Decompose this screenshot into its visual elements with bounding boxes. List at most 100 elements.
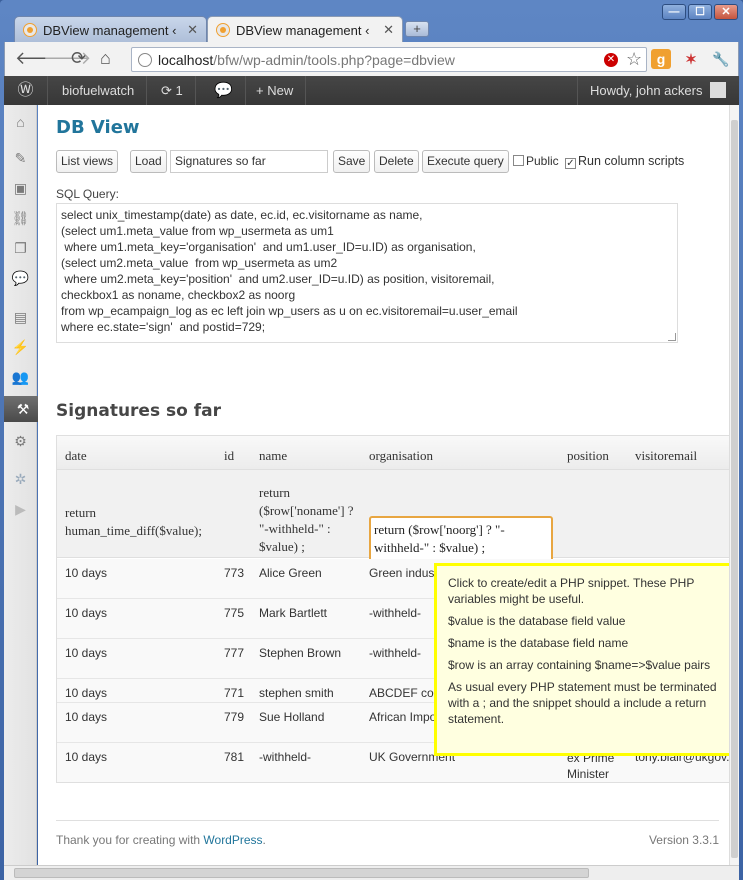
cell-organisation: African Impo	[369, 710, 437, 724]
sql-query-label: SQL Query:	[56, 187, 119, 201]
comments-icon[interactable]: 💬	[202, 76, 246, 105]
cell-name: Sue Holland	[259, 710, 325, 724]
load-button[interactable]: Load	[130, 150, 167, 173]
cell-name: Alice Green	[259, 566, 322, 580]
new-label: New	[267, 83, 294, 98]
cell-name: Stephen Brown	[259, 646, 342, 660]
footer-thanks: Thank you for creating with	[56, 833, 204, 847]
plugins-icon[interactable]: ⚡	[4, 334, 37, 360]
howdy-account-link[interactable]: Howdy, john ackers	[577, 76, 738, 105]
posts-pin-icon[interactable]: ✎	[4, 145, 37, 171]
home-icon[interactable]: ⌂	[100, 48, 111, 68]
scrollbar-thumb[interactable]	[14, 868, 589, 878]
bookmark-star-icon[interactable]: ☆	[626, 49, 642, 70]
settings-icon[interactable]: ⚙	[4, 428, 37, 454]
results-heading: Signatures so far	[56, 401, 221, 421]
minimize-button[interactable]: —	[662, 4, 686, 20]
tab-strip: DBView management ‹ Sa ✕ DBView manageme…	[0, 14, 743, 42]
query-name-input[interactable]: Signatures so far	[170, 150, 328, 173]
public-label: Public	[526, 154, 559, 168]
wp-admin-menu: ⌂ ✎ ▣ ⛓ ❐ 💬 ▤ ⚡ 👥 ⚒ ⚙ ✲ ▶	[4, 105, 50, 865]
links-icon[interactable]: ⛓	[4, 205, 37, 231]
cell-organisation: -withheld-	[369, 606, 422, 620]
save-button[interactable]: Save	[333, 150, 371, 173]
horizontal-scrollbar[interactable]	[4, 865, 739, 880]
resize-grip-icon[interactable]	[668, 333, 676, 341]
browser-toolbar: 🡐 🡒 ⟳ ⌂ localhost/bfw/wp-admin/tools.php…	[4, 42, 739, 76]
tab-dbview-bio[interactable]: DBView management ‹ bio ✕	[207, 16, 403, 42]
checkbox-box-checked[interactable]: ✓	[565, 158, 576, 169]
main-content: DB View List views Load Signatures so fa…	[38, 105, 739, 865]
tab-label: DBView management ‹ Sa	[43, 23, 178, 38]
column-header-position[interactable]: position	[567, 448, 609, 464]
pages-icon[interactable]: ❐	[4, 235, 37, 261]
favicon-icon	[216, 23, 230, 37]
name-script-cell[interactable]: return ($row['noname'] ? "-withheld-" : …	[259, 484, 359, 556]
wp-admin-bar: Ⓦ biofuelwatch ⟳ 1 💬 + New Howdy, john a…	[4, 76, 739, 105]
tab-dbview-sa[interactable]: DBView management ‹ Sa ✕	[14, 16, 207, 42]
column-header-id[interactable]: id	[224, 448, 234, 464]
maximize-button[interactable]: ☐	[688, 4, 712, 20]
cell-id: 781	[224, 750, 245, 764]
new-tab-button[interactable]: +	[405, 21, 429, 37]
updates-link[interactable]: ⟳ 1	[149, 76, 196, 105]
wrench-icon[interactable]: 🔧	[711, 49, 731, 69]
appearance-icon[interactable]: ▤	[4, 304, 37, 330]
checkbox-box[interactable]	[513, 155, 524, 166]
new-content-link[interactable]: + New	[244, 76, 307, 105]
sql-query-textarea[interactable]: select unix_timestamp(date) as date, ec.…	[56, 203, 678, 343]
public-checkbox[interactable]: Public	[513, 153, 559, 169]
wordpress-logo-icon[interactable]: Ⓦ	[4, 76, 48, 105]
column-header-organisation[interactable]: organisation	[369, 448, 433, 464]
execute-query-button[interactable]: Execute query	[422, 150, 509, 173]
run-column-scripts-checkbox[interactable]: ✓ Run column scripts	[565, 153, 684, 169]
dashboard-icon[interactable]: ⌂	[4, 109, 37, 135]
wordpress-link[interactable]: WordPress	[203, 833, 262, 847]
tooltip-note: As usual every PHP statement must be ter…	[448, 680, 717, 726]
tools-icon[interactable]: ⚒	[4, 396, 50, 422]
media-icon[interactable]: ▣	[4, 175, 37, 201]
tooltip-value-line: $value is the database field value	[448, 614, 626, 628]
column-header-date[interactable]: date	[65, 448, 87, 464]
plugin-gear-icon[interactable]: ✲	[4, 466, 37, 492]
cell-date: 10 days	[65, 606, 108, 620]
page-title: DB View	[56, 117, 140, 138]
updates-count: 1	[175, 83, 183, 98]
blocked-icon[interactable]: ✕	[604, 53, 618, 67]
collapse-menu-icon[interactable]: ▶	[4, 496, 37, 522]
cell-id: 779	[224, 710, 245, 724]
comments-menu-icon[interactable]: 💬	[4, 265, 37, 291]
close-tab-icon[interactable]: ✕	[187, 22, 198, 38]
php-snippet-tooltip: Click to create/edit a PHP snippet. Thes…	[434, 563, 739, 756]
tooltip-row-line: $row is an array containing $name=>$valu…	[448, 658, 711, 672]
avatar	[710, 82, 727, 98]
cell-organisation: Green indus	[369, 566, 435, 580]
delete-button[interactable]: Delete	[374, 150, 419, 173]
reload-icon[interactable]: ⟳	[71, 48, 86, 68]
column-header-name[interactable]: name	[259, 448, 287, 464]
tab-label: DBView management ‹ bio	[236, 23, 371, 38]
address-bar[interactable]: localhost/bfw/wp-admin/tools.php?page=db…	[131, 47, 647, 72]
cell-date: 10 days	[65, 566, 108, 580]
url-text: localhost/bfw/wp-admin/tools.php?page=db…	[158, 52, 455, 68]
url-path: /bfw/wp-admin/tools.php?page=dbview	[213, 52, 455, 68]
scrollbar-thumb[interactable]	[731, 120, 738, 858]
date-script-cell[interactable]: return human_time_diff($value);	[65, 504, 215, 540]
browser-window: DBView management ‹ Sa ✕ DBView manageme…	[0, 0, 743, 880]
cell-date: 10 days	[65, 686, 108, 700]
vertical-scrollbar[interactable]	[729, 105, 739, 865]
cell-id: 775	[224, 606, 245, 620]
extension-g-icon[interactable]: g	[651, 49, 671, 69]
extension-bird-icon[interactable]: ✶	[681, 49, 701, 69]
cell-id: 771	[224, 686, 245, 700]
close-tab-icon[interactable]: ✕	[383, 22, 394, 38]
column-header-visitoremail[interactable]: visitoremail	[635, 448, 697, 464]
list-views-button[interactable]: List views	[56, 150, 119, 173]
cell-name: Mark Bartlett	[259, 606, 328, 620]
close-window-button[interactable]: ✕	[714, 4, 738, 20]
users-icon[interactable]: 👥	[4, 364, 37, 390]
plus-icon: +	[256, 83, 268, 98]
site-name-link[interactable]: biofuelwatch	[50, 76, 148, 105]
cell-id: 777	[224, 646, 245, 660]
table-header: date id name organisation position visit…	[57, 436, 739, 470]
